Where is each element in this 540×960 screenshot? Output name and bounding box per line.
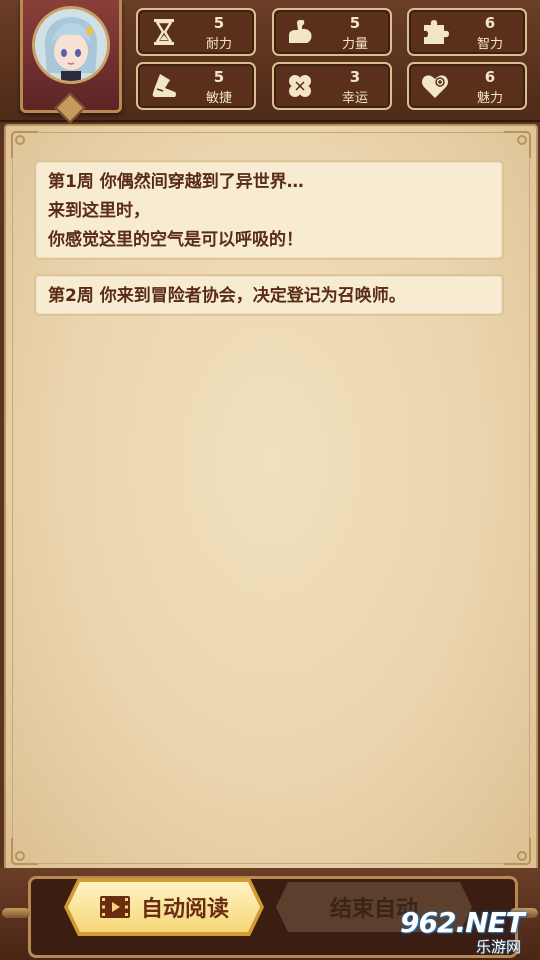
- boot-icon: [152, 74, 176, 97]
- flexed-arm-icon: [289, 20, 312, 43]
- stat-value: 6: [484, 14, 496, 32]
- heart-plus-icon: [422, 75, 448, 98]
- log-line: 你感觉这里的空气是可以呼吸的！: [48, 230, 303, 250]
- corner-ornament: [11, 838, 38, 865]
- stat-value: 6: [484, 68, 496, 86]
- stat-label: 智力: [476, 37, 503, 52]
- log-entry-week-2: 第2周 你来到冒险者协会，决定登记为召唤师。: [34, 274, 504, 316]
- log-line: 第1周 你偶然间穿越到了异世界…: [48, 172, 304, 192]
- stat-endurance[interactable]: 5 耐力: [136, 8, 256, 56]
- corner-ornament: [504, 131, 531, 158]
- auto-read-button[interactable]: 自动阅读: [68, 882, 260, 932]
- hourglass-icon: [154, 19, 174, 45]
- scroll-rod: [2, 908, 30, 918]
- stat-value: 5: [213, 14, 225, 32]
- stat-label: 力量: [341, 37, 368, 52]
- log-line: 第2周 你来到冒险者协会，决定登记为召唤师。: [48, 286, 406, 306]
- stat-agility[interactable]: 5 敏捷: [136, 62, 256, 110]
- auto-read-label: 自动阅读: [140, 897, 229, 922]
- log-line: 来到这里时，: [48, 201, 150, 221]
- stat-charm[interactable]: 6 魅力: [407, 62, 527, 110]
- avatar-banner[interactable]: [20, 0, 122, 113]
- site-watermark: 962.NET 乐游网: [400, 906, 538, 958]
- stat-luck[interactable]: 3 幸运: [272, 62, 392, 110]
- stat-value: 5: [349, 14, 361, 32]
- corner-ornament: [11, 131, 38, 158]
- film-icon: [99, 895, 131, 919]
- stat-strength[interactable]: 5 力量: [272, 8, 392, 56]
- stat-label: 魅力: [476, 91, 503, 106]
- avatar[interactable]: [32, 6, 110, 84]
- stat-label: 敏捷: [205, 91, 232, 106]
- stat-intelligence[interactable]: 6 智力: [407, 8, 527, 56]
- stat-value: 3: [349, 68, 361, 86]
- clover-icon: [289, 75, 311, 97]
- corner-ornament: [504, 838, 531, 865]
- stat-value: 5: [213, 68, 225, 86]
- puzzle-piece-icon: [424, 20, 449, 44]
- watermark-brand: 962.NET: [400, 906, 525, 939]
- watermark-sub: 乐游网: [476, 938, 522, 956]
- stat-label: 幸运: [341, 91, 368, 106]
- log-entry-week-1: 第1周 你偶然间穿越到了异世界… 来到这里时， 你感觉这里的空气是可以呼吸的！: [34, 160, 504, 260]
- stat-label: 耐力: [205, 37, 232, 52]
- stats-header: 5 耐力 5 力量 6 智力 5 敏捷 3 幸运 6 魅力: [0, 0, 540, 122]
